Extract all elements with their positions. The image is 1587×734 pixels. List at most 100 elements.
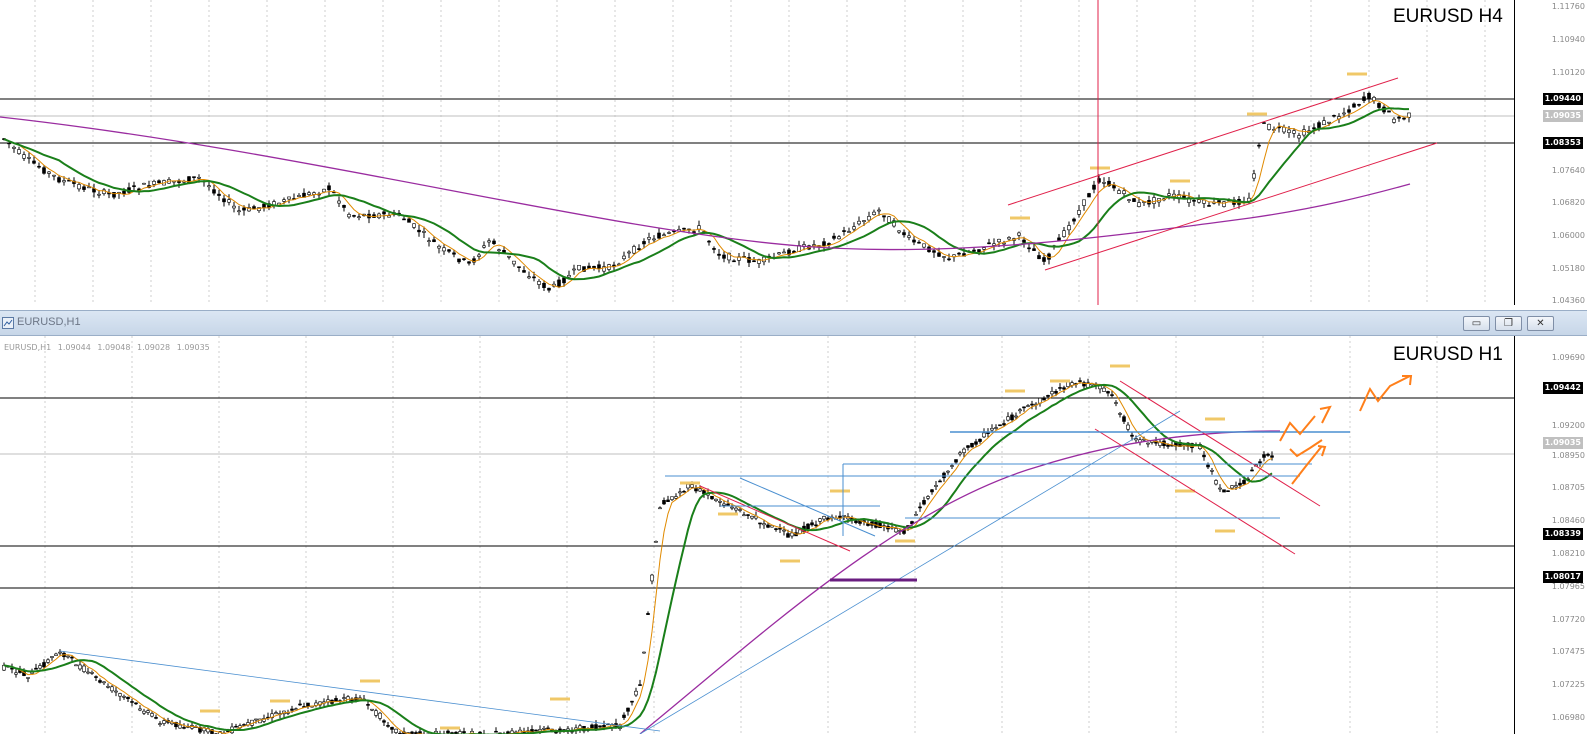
candle-body (1058, 387, 1062, 389)
candle-body (222, 198, 226, 203)
candle-body (1270, 455, 1274, 458)
candle-body (1102, 387, 1106, 392)
candle-body (34, 667, 38, 670)
candle-body (1130, 434, 1134, 437)
candle-body (1214, 480, 1218, 485)
candle-body (998, 424, 1002, 427)
h1-chart-window[interactable]: EURUSD,H1 ▭ ❐ ✕ EURUSD,H1 1.09044 1.0904… (0, 310, 1587, 734)
candle-body (1062, 230, 1066, 237)
close-button[interactable]: ✕ (1527, 316, 1554, 331)
candle-body (1252, 173, 1256, 179)
candle-body (532, 276, 536, 279)
candle-body (1262, 122, 1266, 124)
candle-body (918, 506, 922, 509)
candle-body (1110, 394, 1114, 396)
candle-body (1332, 115, 1336, 117)
candle-body (1027, 247, 1031, 250)
mid-moving-average (3, 383, 1273, 734)
candle-body (557, 279, 561, 288)
candle-body (1002, 423, 1006, 426)
candle-body (822, 241, 826, 247)
h4-chart-pane[interactable]: EURUSD H4 1.11760 1.10940 1.10120 1.0764… (0, 0, 1587, 305)
candle-body (58, 651, 62, 654)
candle-body (357, 216, 361, 219)
candle-body (14, 672, 18, 675)
candle-body (132, 185, 136, 187)
candle-body (622, 714, 626, 718)
candle-body (1297, 135, 1301, 139)
candle-body (626, 707, 630, 712)
candle-body (412, 223, 416, 228)
candle-body (546, 727, 550, 730)
h4-price-scale[interactable]: 1.11760 1.10940 1.10120 1.07640 1.06820 … (1514, 0, 1587, 305)
candle-body (726, 503, 730, 506)
candle-body (52, 174, 56, 177)
price-tick: 1.06980 (1551, 713, 1585, 722)
candle-body (422, 231, 426, 233)
candle-body (1166, 444, 1170, 447)
candle-body (652, 238, 656, 241)
candle-body (417, 229, 421, 233)
candle-body (950, 465, 954, 467)
candle-body (78, 664, 82, 670)
candle-body (42, 167, 46, 174)
candle-body (1022, 406, 1026, 409)
minimize-button[interactable]: ▭ (1463, 316, 1490, 331)
candle-body (77, 184, 81, 190)
candle-body (887, 216, 891, 223)
candle-body (394, 728, 398, 733)
candle-body (1292, 130, 1296, 134)
price-tick: 1.08950 (1551, 451, 1585, 460)
candle-body (902, 232, 906, 236)
candle-body (114, 690, 118, 693)
h4-price-chart[interactable] (0, 0, 1515, 305)
candle-body (732, 260, 736, 263)
candle-body (810, 522, 814, 526)
candle-body (142, 182, 146, 185)
candle-body (1402, 117, 1406, 120)
candle-body (234, 725, 238, 728)
candle-body (146, 710, 150, 713)
long-moving-average (0, 116, 1411, 251)
candle-body (907, 235, 911, 238)
candle-body (1087, 193, 1091, 198)
h1-window-titlebar[interactable]: EURUSD,H1 ▭ ❐ ✕ (0, 310, 1587, 336)
candle-body (17, 149, 21, 154)
candle-body (690, 484, 694, 488)
candle-body (1218, 487, 1222, 490)
candle-body (37, 165, 41, 168)
candle-body (38, 665, 42, 669)
h1-price-chart[interactable] (0, 336, 1515, 734)
candle-body (477, 254, 481, 257)
candle-body (1122, 190, 1126, 194)
price-tick: 1.09200 (1551, 421, 1585, 430)
candle-body (70, 656, 74, 659)
candle-body (337, 200, 341, 204)
candle-body (917, 241, 921, 244)
projection-arrow (1291, 445, 1323, 485)
h1-price-scale[interactable]: 1.09690 1.09200 1.08950 1.08705 1.08460 … (1514, 336, 1587, 734)
candle-body (707, 240, 711, 243)
candle-body (1347, 109, 1351, 113)
candle-body (217, 193, 221, 196)
restore-button[interactable]: ❐ (1495, 316, 1522, 331)
candle-body (282, 199, 286, 202)
candle-body (1287, 129, 1291, 133)
candle-body (12, 146, 16, 149)
candle-body (682, 491, 686, 493)
candle-body (594, 724, 598, 730)
candle-body (512, 260, 516, 265)
candle-body (1397, 116, 1401, 119)
ohlc-high: 1.09048 (97, 343, 131, 352)
candle-body (1206, 464, 1210, 468)
candle-body (1057, 237, 1061, 241)
price-tick: 1.05180 (1551, 264, 1585, 273)
candle-body (598, 725, 602, 728)
candle-body (1167, 193, 1171, 196)
candle-body (692, 231, 696, 233)
candle-body (642, 651, 646, 654)
price-tick: 1.06000 (1551, 231, 1585, 240)
h1-current-price-tag: 1.09035 (1542, 437, 1583, 449)
candle-body (730, 506, 734, 509)
candle-body (837, 236, 841, 240)
